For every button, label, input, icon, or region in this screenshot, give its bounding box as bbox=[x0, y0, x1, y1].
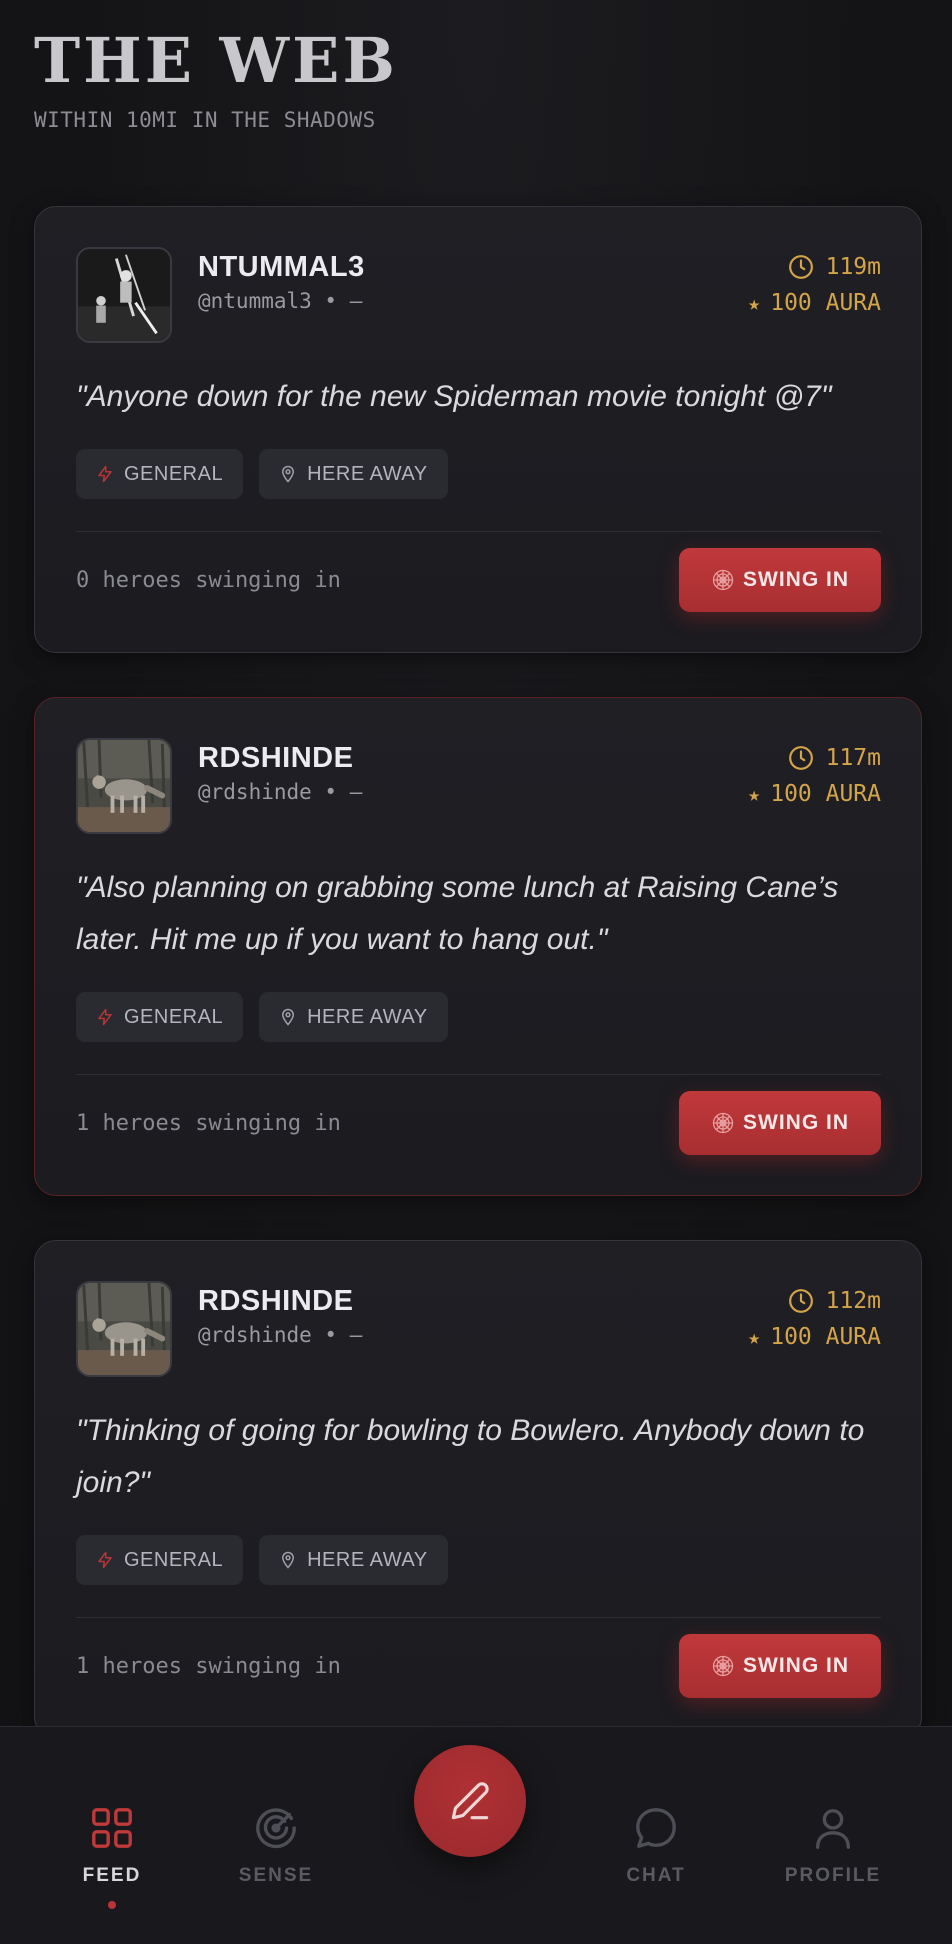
spider-web-icon bbox=[712, 1112, 734, 1134]
post-card: RDSHINDE @rdshinde • — 117m ★ 100 AURA "… bbox=[34, 697, 922, 1196]
star-icon: ★ bbox=[748, 1325, 761, 1349]
tag-location[interactable]: HERE AWAY bbox=[259, 992, 448, 1042]
swing-in-button[interactable]: SWING IN bbox=[679, 1091, 881, 1155]
aura-score: ★ 100 AURA bbox=[748, 776, 881, 812]
tag-label: HERE AWAY bbox=[307, 1005, 428, 1028]
post-age: 119m bbox=[748, 249, 881, 285]
clock-icon bbox=[788, 255, 813, 279]
post-age: 112m bbox=[748, 1283, 881, 1319]
heroes-count: 0 heroes swinging in bbox=[76, 567, 341, 593]
post-card: RDSHINDE @rdshinde • — 112m ★ 100 AURA "… bbox=[34, 1240, 922, 1739]
nav-label: FEED bbox=[82, 1865, 142, 1886]
aura-value: 100 AURA bbox=[770, 781, 881, 807]
nav-profile[interactable]: PROFILE bbox=[773, 1805, 893, 1887]
user-name[interactable]: RDSHINDE bbox=[198, 740, 748, 776]
aura-score: ★ 100 AURA bbox=[748, 1319, 881, 1355]
active-indicator bbox=[108, 1901, 116, 1909]
aura-value: 100 AURA bbox=[770, 290, 881, 316]
map-pin-icon bbox=[282, 1008, 295, 1026]
chat-bubble-icon bbox=[636, 1808, 676, 1848]
divider bbox=[76, 1074, 881, 1075]
aura-value: 100 AURA bbox=[770, 1324, 881, 1350]
heroes-count: 1 heroes swinging in bbox=[76, 1110, 341, 1136]
nav-feed[interactable]: FEED bbox=[52, 1805, 172, 1909]
clock-icon bbox=[788, 1289, 813, 1313]
star-icon: ★ bbox=[748, 291, 761, 315]
person-avatar-icon bbox=[78, 249, 170, 341]
divider bbox=[76, 1617, 881, 1618]
radar-icon bbox=[256, 1808, 296, 1849]
aura-score: ★ 100 AURA bbox=[748, 285, 881, 321]
tag-location[interactable]: HERE AWAY bbox=[259, 449, 448, 499]
lightning-icon bbox=[98, 1551, 112, 1569]
avatar[interactable] bbox=[76, 247, 172, 343]
user-handle: @ntummal3 • — bbox=[198, 289, 363, 313]
user-handle: @rdshinde • — bbox=[198, 1323, 363, 1347]
page-subtitle: WITHIN 10MI IN THE SHADOWS bbox=[34, 108, 376, 132]
swing-in-button[interactable]: SWING IN bbox=[679, 1634, 881, 1698]
tag-location[interactable]: HERE AWAY bbox=[259, 1535, 448, 1585]
post-age: 117m bbox=[748, 740, 881, 776]
nav-sense[interactable]: SENSE bbox=[216, 1805, 336, 1887]
user-handle: @rdshinde • — bbox=[198, 780, 363, 804]
post-age-value: 112m bbox=[825, 1288, 881, 1314]
grid-icon bbox=[92, 1808, 132, 1848]
bottom-nav: FEED SENSE CHAT PROFILE bbox=[0, 1726, 952, 1944]
spider-web-icon bbox=[712, 569, 734, 591]
nav-label: PROFILE bbox=[784, 1865, 882, 1886]
tag-general[interactable]: GENERAL bbox=[76, 1535, 244, 1585]
coyote-avatar-icon bbox=[78, 740, 170, 832]
tag-label: GENERAL bbox=[124, 462, 224, 485]
compose-button[interactable] bbox=[414, 1745, 526, 1857]
pencil-icon bbox=[451, 1782, 489, 1820]
post-age-value: 117m bbox=[825, 745, 881, 771]
tag-label: GENERAL bbox=[124, 1548, 224, 1571]
post-text: "Also planning on grabbing some lunch at… bbox=[76, 871, 839, 956]
tag-general[interactable]: GENERAL bbox=[76, 449, 244, 499]
post-card: NTUMMAL3 @ntummal3 • — 119m ★ 100 AURA "… bbox=[34, 206, 922, 653]
page-title: THE WEB bbox=[34, 24, 398, 97]
nav-label: SENSE bbox=[238, 1865, 314, 1886]
swing-in-label: SWING IN bbox=[743, 1654, 849, 1677]
coyote-avatar-icon bbox=[78, 1283, 170, 1375]
lightning-icon bbox=[98, 465, 112, 483]
tag-label: GENERAL bbox=[124, 1005, 224, 1028]
star-icon: ★ bbox=[748, 782, 761, 806]
clock-icon bbox=[788, 746, 813, 770]
user-icon bbox=[815, 1809, 851, 1849]
spider-web-icon bbox=[712, 1655, 734, 1677]
header: THE WEB WITHIN 10MI IN THE SHADOWS bbox=[34, 24, 398, 133]
user-name[interactable]: NTUMMAL3 bbox=[198, 249, 748, 285]
avatar[interactable] bbox=[76, 1281, 172, 1377]
tag-label: HERE AWAY bbox=[307, 1548, 428, 1571]
avatar[interactable] bbox=[76, 738, 172, 834]
post-text: "Anyone down for the new Spiderman movie… bbox=[76, 380, 832, 413]
swing-in-label: SWING IN bbox=[743, 568, 849, 591]
lightning-icon bbox=[98, 1008, 112, 1026]
swing-in-button[interactable]: SWING IN bbox=[679, 548, 881, 612]
divider bbox=[76, 531, 881, 532]
feed-list: NTUMMAL3 @ntummal3 • — 119m ★ 100 AURA "… bbox=[34, 206, 922, 1783]
post-age-value: 119m bbox=[825, 254, 881, 280]
user-name[interactable]: RDSHINDE bbox=[198, 1283, 748, 1319]
nav-label: CHAT bbox=[626, 1865, 686, 1886]
nav-chat[interactable]: CHAT bbox=[596, 1805, 716, 1887]
tag-label: HERE AWAY bbox=[307, 462, 428, 485]
post-text: "Thinking of going for bowling to Bowler… bbox=[76, 1414, 865, 1499]
heroes-count: 1 heroes swinging in bbox=[76, 1653, 341, 1679]
map-pin-icon bbox=[282, 1551, 295, 1569]
swing-in-label: SWING IN bbox=[743, 1111, 849, 1134]
map-pin-icon bbox=[282, 465, 295, 483]
tag-general[interactable]: GENERAL bbox=[76, 992, 244, 1042]
